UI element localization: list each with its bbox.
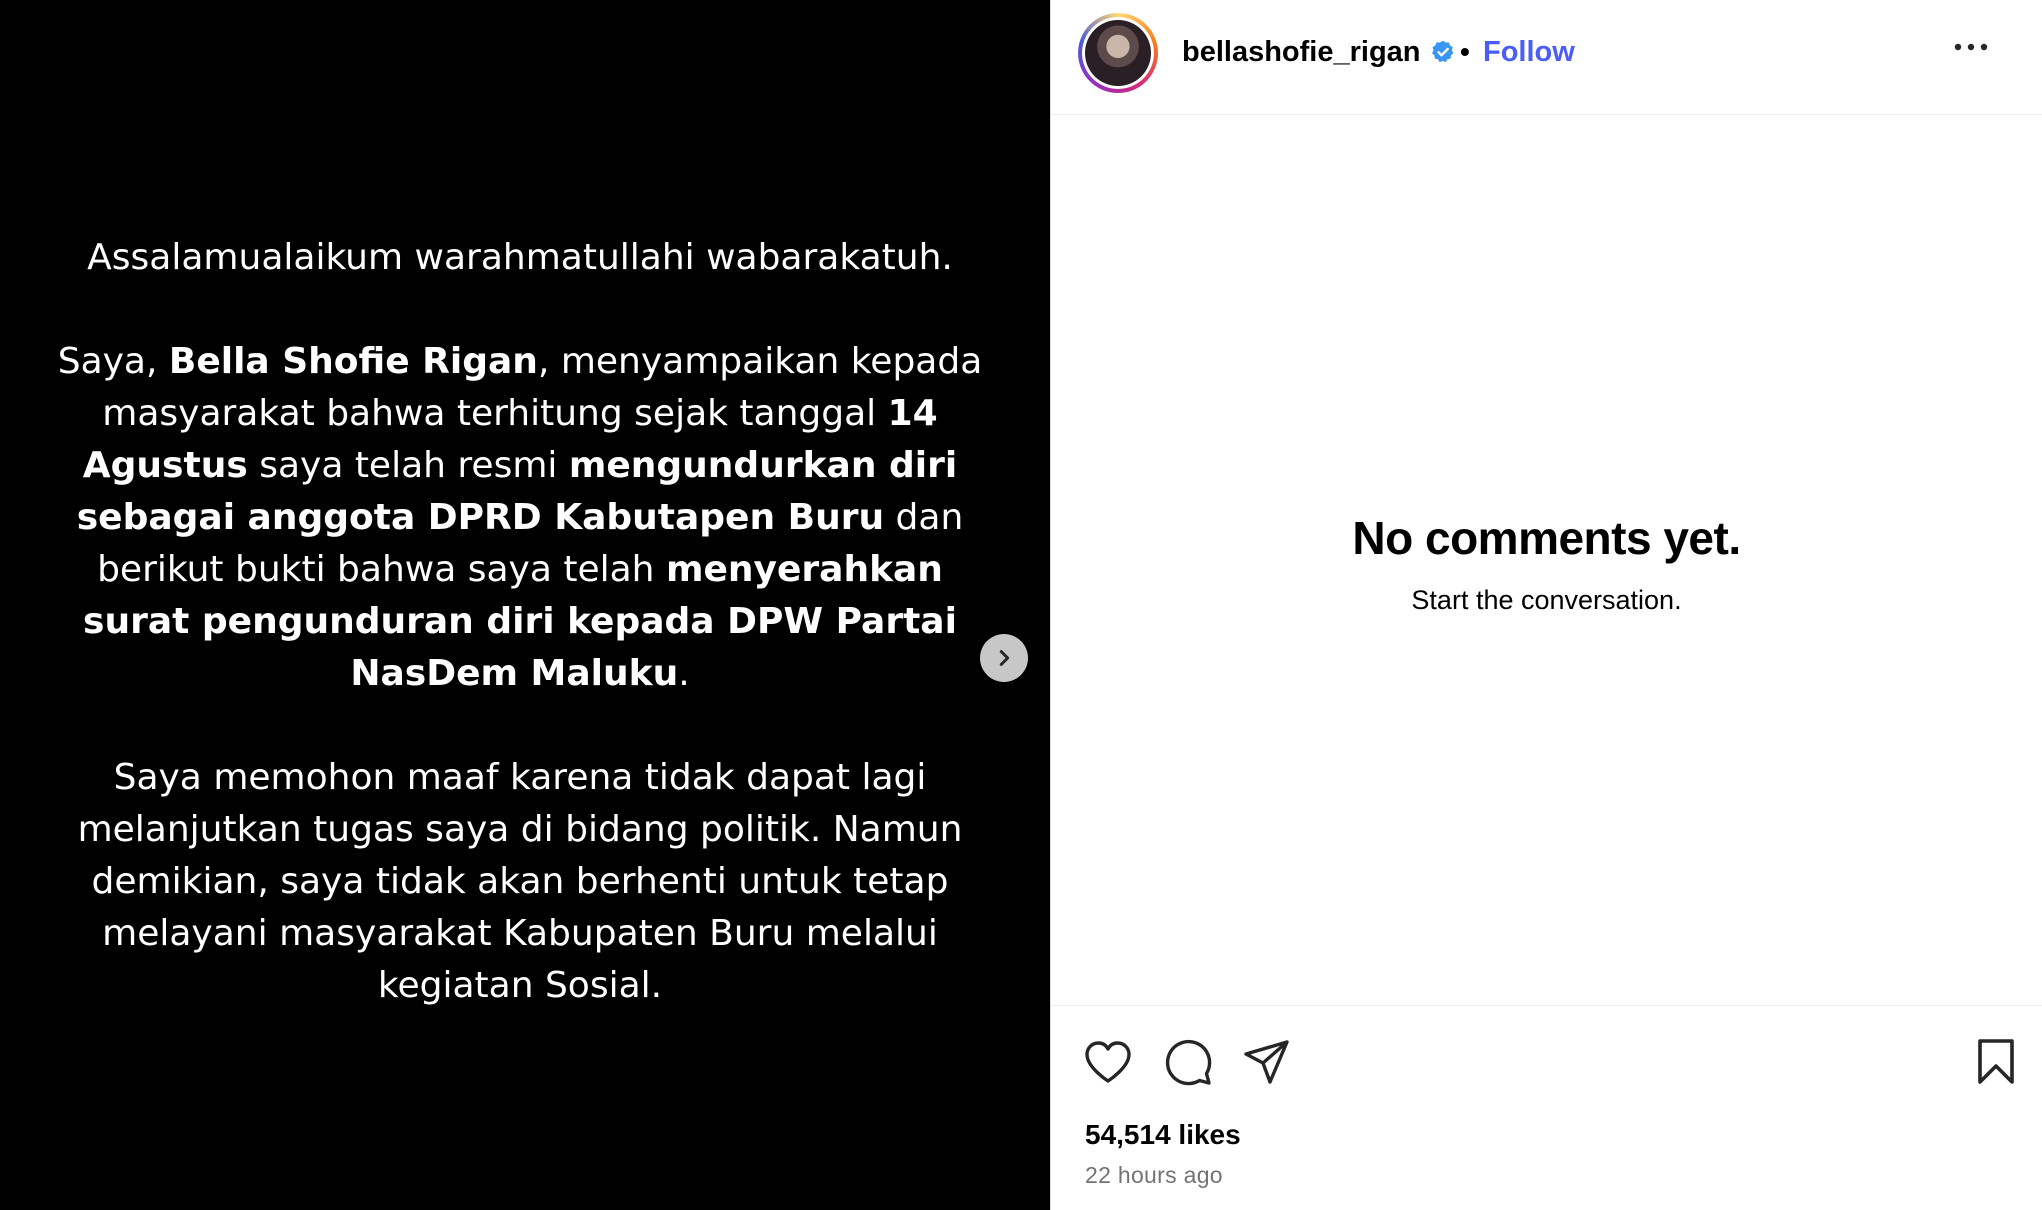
post-timestamp[interactable]: 22 hours ago [1085,1162,1223,1189]
post-header: bellashofie_rigan • Follow [1051,0,2042,115]
announcement-bold-name: Bella Shofie Rigan [168,341,538,382]
chevron-right-icon [999,650,1010,666]
post-actions: 54,514 likes 22 hours ago [1051,1005,2042,1210]
no-comments-title: No comments yet. [1352,512,1741,564]
post-sidebar: bellashofie_rigan • Follow No comments y… [1050,0,2042,1210]
avatar-border [1082,17,1154,89]
avatar [1085,20,1151,86]
post-image-text: Assalamualaikum warahmatullahi wabarakat… [50,232,990,1012]
announcement-text: . [678,653,690,694]
announcement-text: saya telah resmi [247,445,569,486]
post-media[interactable]: Assalamualaikum warahmatullahi wabarakat… [0,0,1050,1210]
likes-count[interactable]: 54,514 likes [1085,1119,1241,1151]
like-button[interactable] [1084,1040,1132,1089]
comment-button[interactable] [1164,1038,1212,1091]
share-button[interactable] [1243,1038,1291,1091]
share-icon [1244,1040,1289,1084]
separator-dot: • [1460,36,1470,67]
verified-badge-icon [1432,40,1454,63]
follow-button[interactable]: Follow [1483,36,1575,69]
more-horizontal-icon [1954,43,1988,51]
no-comments-subtitle: Start the conversation. [1411,585,1682,615]
more-options-button[interactable] [1953,40,1989,58]
avatar-story-ring[interactable] [1078,13,1158,93]
next-slide-button[interactable] [980,634,1028,682]
announcement-paragraph: Saya, Bella Shofie Rigan, menyampaikan k… [50,336,990,700]
bookmark-icon [1978,1039,2014,1084]
heart-icon [1085,1041,1131,1083]
username-link[interactable]: bellashofie_rigan [1182,36,1421,69]
apology-paragraph: Saya memohon maaf karena tidak dapat lag… [77,757,963,1006]
greeting-text: Assalamualaikum warahmatullahi wabarakat… [87,237,953,278]
announcement-text: Saya, [57,341,169,382]
comment-icon [1165,1039,1212,1086]
instagram-post: Assalamualaikum warahmatullahi wabarakat… [0,0,2042,1210]
save-button[interactable] [1975,1038,2017,1091]
